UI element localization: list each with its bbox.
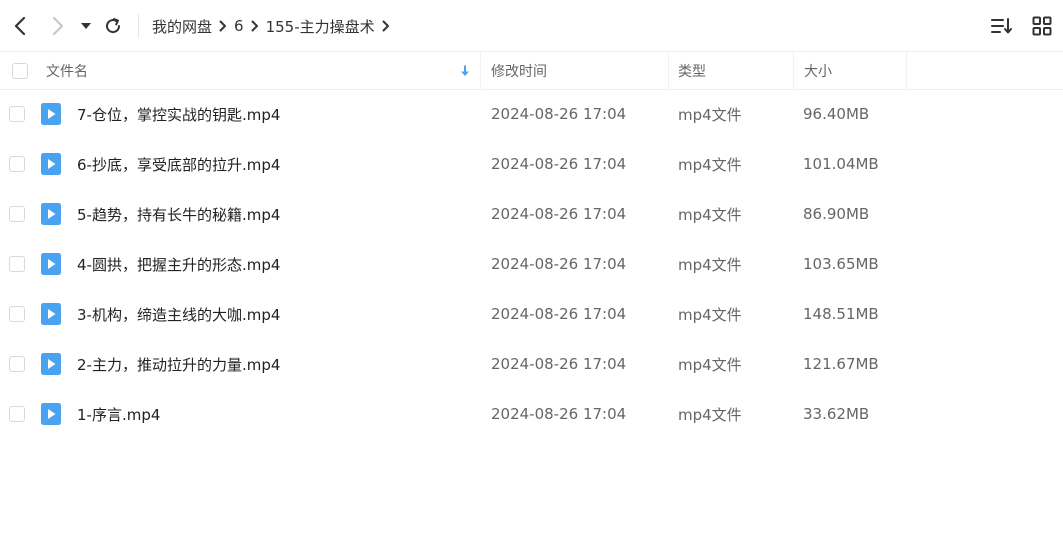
column-header-size[interactable]: 大小 bbox=[804, 52, 832, 89]
file-type: mp4文件 bbox=[678, 255, 742, 274]
file-size: 101.04MB bbox=[803, 155, 879, 173]
refresh-button[interactable] bbox=[99, 12, 127, 40]
file-row[interactable]: 6-抄底，享受底部的拉升.mp4 2024-08-26 17:04 mp4文件 … bbox=[0, 139, 1063, 189]
toolbar-divider bbox=[138, 14, 139, 38]
breadcrumb-separator-icon bbox=[244, 20, 266, 32]
grid-view-icon bbox=[1032, 16, 1052, 36]
file-name[interactable]: 3-机构，缔造主线的大咖.mp4 bbox=[77, 289, 280, 339]
row-checkbox[interactable] bbox=[9, 406, 25, 422]
column-divider bbox=[793, 52, 794, 89]
file-modified: 2024-08-26 17:04 bbox=[491, 155, 627, 173]
row-checkbox[interactable] bbox=[9, 106, 25, 122]
file-name[interactable]: 4-圆拱，把握主升的形态.mp4 bbox=[77, 239, 280, 289]
file-modified: 2024-08-26 17:04 bbox=[491, 305, 627, 323]
column-divider bbox=[668, 52, 669, 89]
file-row[interactable]: 2-主力，推动拉升的力量.mp4 2024-08-26 17:04 mp4文件 … bbox=[0, 339, 1063, 389]
video-file-icon bbox=[41, 203, 61, 225]
file-name[interactable]: 7-仓位，掌控实战的钥匙.mp4 bbox=[77, 89, 280, 139]
column-header-modified[interactable]: 修改时间 bbox=[491, 52, 547, 89]
chevron-left-icon bbox=[14, 16, 26, 36]
sort-button[interactable] bbox=[989, 13, 1015, 39]
file-modified: 2024-08-26 17:04 bbox=[491, 255, 627, 273]
video-file-icon bbox=[41, 303, 61, 325]
file-name[interactable]: 6-抄底，享受底部的拉升.mp4 bbox=[77, 139, 280, 189]
caret-down-icon bbox=[81, 23, 91, 29]
file-size: 148.51MB bbox=[803, 305, 879, 323]
video-file-icon bbox=[41, 253, 61, 275]
file-size: 121.67MB bbox=[803, 355, 879, 373]
file-type: mp4文件 bbox=[678, 105, 742, 124]
back-button[interactable] bbox=[6, 12, 34, 40]
breadcrumb-separator-icon bbox=[212, 20, 234, 32]
table-header: 文件名 修改时间 类型 大小 bbox=[0, 51, 1063, 90]
forward-button[interactable] bbox=[44, 12, 72, 40]
grid-view-button[interactable] bbox=[1029, 13, 1055, 39]
file-row[interactable]: 4-圆拱，把握主升的形态.mp4 2024-08-26 17:04 mp4文件 … bbox=[0, 239, 1063, 289]
file-row[interactable]: 7-仓位，掌控实战的钥匙.mp4 2024-08-26 17:04 mp4文件 … bbox=[0, 89, 1063, 139]
select-all-checkbox[interactable] bbox=[12, 52, 28, 89]
file-type: mp4文件 bbox=[678, 205, 742, 224]
breadcrumb-item-folder[interactable]: 6 bbox=[234, 17, 244, 35]
file-modified: 2024-08-26 17:04 bbox=[491, 405, 627, 423]
row-checkbox[interactable] bbox=[9, 356, 25, 372]
column-header-name[interactable]: 文件名 bbox=[46, 52, 88, 89]
sort-list-icon bbox=[991, 18, 1012, 34]
file-row[interactable]: 1-序言.mp4 2024-08-26 17:04 mp4文件 33.62MB bbox=[0, 389, 1063, 439]
video-file-icon bbox=[41, 103, 61, 125]
breadcrumb-item-root[interactable]: 我的网盘 bbox=[152, 16, 212, 37]
breadcrumb-item-current[interactable]: 155-主力操盘术 bbox=[266, 16, 375, 37]
file-modified: 2024-08-26 17:04 bbox=[491, 355, 627, 373]
file-type: mp4文件 bbox=[678, 305, 742, 324]
column-divider bbox=[480, 52, 481, 89]
file-type: mp4文件 bbox=[678, 355, 742, 374]
file-modified: 2024-08-26 17:04 bbox=[491, 205, 627, 223]
row-checkbox[interactable] bbox=[9, 156, 25, 172]
file-row[interactable]: 5-趋势，持有长牛的秘籍.mp4 2024-08-26 17:04 mp4文件 … bbox=[0, 189, 1063, 239]
file-size: 96.40MB bbox=[803, 105, 870, 123]
row-checkbox[interactable] bbox=[9, 206, 25, 222]
file-name[interactable]: 1-序言.mp4 bbox=[77, 389, 160, 439]
file-type: mp4文件 bbox=[678, 405, 742, 424]
row-checkbox[interactable] bbox=[9, 306, 25, 322]
column-divider bbox=[906, 52, 907, 89]
file-name[interactable]: 5-趋势，持有长牛的秘籍.mp4 bbox=[77, 189, 280, 239]
breadcrumb: 我的网盘 6 155-主力操盘术 bbox=[152, 15, 397, 37]
row-checkbox[interactable] bbox=[9, 256, 25, 272]
video-file-icon bbox=[41, 153, 61, 175]
video-file-icon bbox=[41, 403, 61, 425]
history-dropdown-button[interactable] bbox=[74, 12, 98, 40]
view-controls bbox=[989, 13, 1055, 39]
file-size: 103.65MB bbox=[803, 255, 879, 273]
file-size: 33.62MB bbox=[803, 405, 870, 423]
file-type: mp4文件 bbox=[678, 155, 742, 174]
video-file-icon bbox=[41, 353, 61, 375]
sort-down-arrow-icon[interactable] bbox=[460, 52, 470, 89]
column-header-type[interactable]: 类型 bbox=[678, 52, 706, 89]
file-size: 86.90MB bbox=[803, 205, 870, 223]
file-modified: 2024-08-26 17:04 bbox=[491, 105, 627, 123]
breadcrumb-expand-icon[interactable] bbox=[375, 20, 397, 32]
file-name[interactable]: 2-主力，推动拉升的力量.mp4 bbox=[77, 339, 280, 389]
toolbar: 我的网盘 6 155-主力操盘术 bbox=[0, 0, 1063, 52]
refresh-icon bbox=[106, 18, 121, 34]
file-row[interactable]: 3-机构，缔造主线的大咖.mp4 2024-08-26 17:04 mp4文件 … bbox=[0, 289, 1063, 339]
chevron-right-icon bbox=[52, 16, 64, 36]
